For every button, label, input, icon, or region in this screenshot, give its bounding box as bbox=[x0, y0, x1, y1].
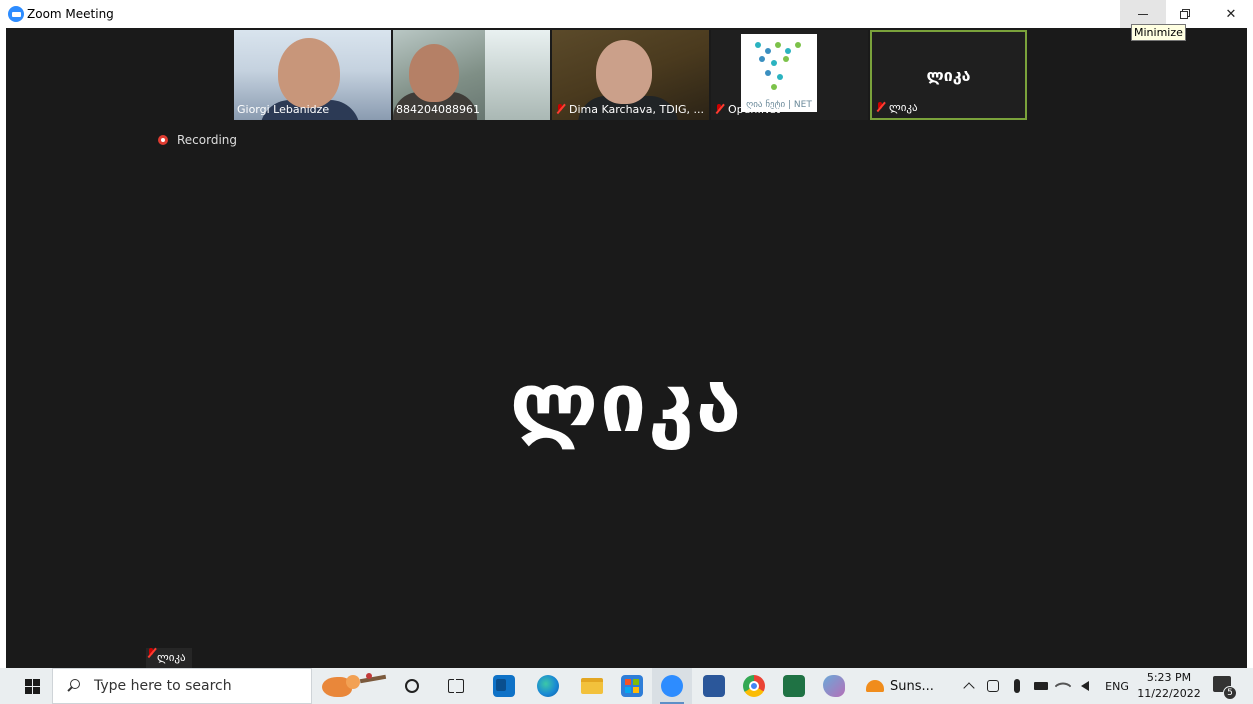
microsoft-store-button[interactable] bbox=[612, 668, 652, 704]
minimize-tooltip: Minimize bbox=[1131, 24, 1186, 41]
start-button[interactable] bbox=[14, 668, 50, 704]
system-clock[interactable]: 5:23 PM 11/22/2022 bbox=[1136, 670, 1202, 702]
participant-tile[interactable]: Dima Karchava, TDIG, ... bbox=[552, 30, 709, 120]
edge-button[interactable] bbox=[528, 668, 568, 704]
chevron-up-icon bbox=[963, 682, 975, 694]
microphone-tray-button[interactable] bbox=[1006, 668, 1028, 704]
cortana-button[interactable] bbox=[396, 668, 428, 704]
wifi-icon bbox=[1054, 677, 1072, 695]
microphone-icon bbox=[1014, 679, 1020, 693]
notification-count-badge: 5 bbox=[1223, 686, 1237, 700]
participant-video bbox=[409, 44, 459, 102]
recording-icon bbox=[158, 135, 168, 145]
participant-name: Open.Net bbox=[714, 103, 780, 117]
participant-tile[interactable]: ღია ნეტი | NET Open.Net bbox=[711, 30, 868, 120]
microsoft-store-icon bbox=[621, 675, 643, 697]
task-view-button[interactable] bbox=[440, 668, 472, 704]
close-button[interactable]: ✕ bbox=[1208, 0, 1253, 28]
paint-button[interactable] bbox=[814, 668, 854, 704]
sunset-icon bbox=[866, 680, 884, 692]
clock-date: 11/22/2022 bbox=[1137, 687, 1201, 700]
participant-display-name: ლიკა bbox=[926, 66, 971, 85]
self-view-label: ლიკა bbox=[146, 647, 192, 668]
speaker-icon bbox=[1081, 681, 1089, 691]
active-speaker-name: ლიკა bbox=[509, 356, 744, 451]
word-button[interactable] bbox=[694, 668, 734, 704]
paint-icon bbox=[823, 675, 845, 697]
chrome-icon bbox=[743, 675, 765, 697]
participant-tile[interactable]: 884204088961 bbox=[393, 30, 550, 120]
cortana-icon bbox=[405, 679, 419, 693]
task-view-icon bbox=[448, 676, 464, 694]
participant-name: ლიკა bbox=[875, 101, 918, 115]
file-explorer-icon bbox=[581, 678, 603, 694]
zoom-app-icon bbox=[8, 6, 24, 22]
participant-video bbox=[596, 40, 652, 104]
participant-strip: Giorgi Lebanidze 884204088961 Dima Karch… bbox=[234, 30, 1030, 120]
clock-time: 5:23 PM bbox=[1146, 671, 1192, 684]
search-highlight-fox-icon[interactable] bbox=[320, 671, 388, 701]
recording-indicator[interactable]: Recording bbox=[158, 133, 237, 147]
zoom-icon bbox=[661, 675, 683, 697]
muted-mic-icon bbox=[555, 103, 566, 114]
recording-label: Recording bbox=[177, 133, 238, 147]
close-icon: ✕ bbox=[1225, 6, 1237, 22]
title-bar: Zoom Meeting ✕ bbox=[0, 0, 1253, 28]
volume-button[interactable] bbox=[1074, 668, 1096, 704]
window-title: Zoom Meeting bbox=[27, 7, 114, 21]
taskbar-search[interactable]: Type here to search bbox=[52, 668, 312, 704]
input-language[interactable]: ENG bbox=[1100, 668, 1134, 704]
file-explorer-button[interactable] bbox=[572, 668, 612, 704]
participant-tile-active[interactable]: ლიკა ლიკა bbox=[870, 30, 1027, 120]
open-net-logo: ღია ნეტი | NET bbox=[741, 34, 817, 112]
tray-overflow-button[interactable] bbox=[958, 668, 980, 704]
participant-name: 884204088961 bbox=[396, 103, 480, 116]
zoom-taskbar-button[interactable] bbox=[652, 668, 692, 704]
windows-icon bbox=[24, 678, 40, 694]
edge-icon bbox=[537, 675, 559, 697]
outlook-icon bbox=[493, 675, 515, 697]
meet-now-icon bbox=[987, 680, 999, 692]
restore-icon bbox=[1180, 9, 1190, 19]
word-icon bbox=[703, 675, 725, 697]
minimize-icon bbox=[1138, 13, 1148, 15]
participant-name: Giorgi Lebanidze bbox=[237, 103, 330, 116]
search-placeholder: Type here to search bbox=[94, 678, 232, 694]
network-button[interactable] bbox=[1052, 668, 1074, 704]
participant-tile[interactable]: Giorgi Lebanidze bbox=[234, 30, 391, 120]
search-icon bbox=[67, 679, 81, 693]
outlook-button[interactable] bbox=[484, 668, 524, 704]
meet-now-button[interactable] bbox=[982, 668, 1004, 704]
participant-name: Dima Karchava, TDIG, ... bbox=[555, 103, 704, 117]
muted-mic-icon bbox=[875, 101, 886, 112]
windows-taskbar: Type here to search Suns... ENG 5:23 PM … bbox=[0, 668, 1253, 704]
sunset-app-button[interactable]: Suns... bbox=[866, 668, 946, 704]
battery-icon bbox=[1034, 682, 1048, 690]
meeting-area: Giorgi Lebanidze 884204088961 Dima Karch… bbox=[6, 28, 1247, 668]
participant-video bbox=[278, 38, 340, 108]
excel-icon bbox=[783, 675, 805, 697]
muted-mic-icon bbox=[714, 103, 725, 114]
zoom-window: Zoom Meeting ✕ Minimize Giorgi Lebanidze… bbox=[0, 0, 1253, 704]
excel-button[interactable] bbox=[774, 668, 814, 704]
chrome-button[interactable] bbox=[734, 668, 774, 704]
battery-button[interactable] bbox=[1030, 668, 1052, 704]
